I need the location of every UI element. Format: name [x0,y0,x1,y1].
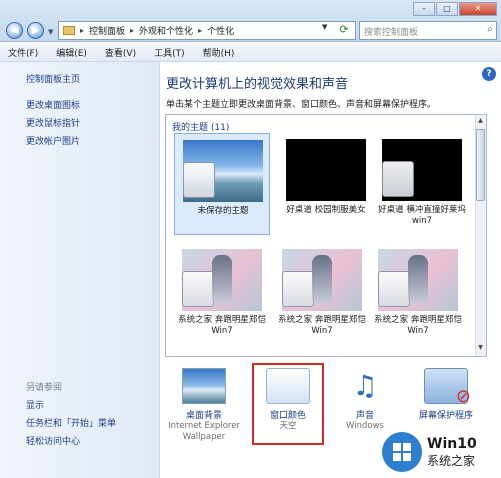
sidebar-item-display[interactable]: 显示 [26,398,44,411]
search-placeholder: 搜索控制面板 [364,28,419,38]
theme-tile[interactable]: 系统之家 奔跑明星郑恺Win7 [274,243,370,345]
breadcrumb-personalization[interactable]: 个性化 [207,24,234,37]
menu-view[interactable]: 查看(V) [105,46,136,59]
control-panel-icon [63,26,75,35]
sound-icon: ♫ [352,369,378,402]
maximize-button[interactable]: □ [436,2,458,16]
desktop-background-setting[interactable]: 桌面背景 Internet Explorer Wallpaper [164,364,244,444]
theme-thumbnail [282,249,362,311]
glass-preview-icon [183,162,215,198]
sidebar-item-ease-of-access[interactable]: 轻松访问中心 [26,434,80,447]
search-icon[interactable]: ⌕ [487,24,493,35]
search-input[interactable]: 搜索控制面板 ⌕ [359,21,497,40]
theme-name: 好桌道 校园制服美女 [286,205,366,215]
theme-name: 系统之家 奔跑明星郑恺Win7 [178,315,266,336]
theme-thumbnail [378,249,458,311]
scrollbar-thumb[interactable] [476,129,485,201]
menu-tools[interactable]: 工具(T) [154,46,185,59]
screensaver-icon [424,368,471,407]
theme-name: 未保存的主题 [197,206,249,216]
theme-tile[interactable]: 系统之家 奔跑明星郑恺Win7 [370,243,466,345]
scroll-down-icon[interactable]: ▼ [476,344,485,354]
address-input[interactable]: ▸ 控制面板 ▸ 外观和个性化 ▸ 个性化 [58,21,356,40]
address-dropdown-icon[interactable]: ▼ [322,23,327,31]
minimize-button[interactable]: – [413,2,435,16]
setting-title[interactable]: 桌面背景 [164,408,244,421]
refresh-icon[interactable]: ⟳ [335,22,353,38]
windows-logo-icon [382,432,422,472]
sidebar-item-account-picture[interactable]: 更改帐户图片 [26,134,80,147]
page-description: 单击某个主题立即更改桌面背景、窗口颜色、声音和屏幕保护程序。 [166,100,437,110]
glass-preview-icon [282,271,314,307]
menu-file[interactable]: 文件(F) [8,46,38,59]
theme-thumbnail [183,140,263,202]
theme-gallery: 我的主题 (11) 未保存的主题 好桌道 校园制服美女 好桌道 横冲直撞好莱坞w… [165,114,487,357]
menu-bar: 文件(F) 编辑(E) 查看(V) 工具(T) 帮助(H) [0,43,501,62]
menu-help[interactable]: 帮助(H) [203,46,235,59]
setting-value: Internet Explorer Wallpaper [168,421,240,442]
sidebar-item-mouse-pointer[interactable]: 更改鼠标指针 [26,116,80,129]
theme-name: 好桌道 横冲直撞好莱坞win7 [378,205,466,226]
chevron-right-icon: ▸ [130,26,135,35]
setting-title[interactable]: 声音 [325,408,405,421]
sidebar-home-link[interactable]: 控制面板主页 [26,72,80,85]
setting-value: Windows [346,421,384,431]
theme-thumbnail [286,139,366,201]
chevron-right-icon: ▸ [80,26,85,35]
glass-preview-icon [382,161,414,197]
recent-pages-dropdown[interactable]: ▼ [48,28,56,36]
theme-thumbnail [382,139,462,201]
back-button[interactable]: ◀ [6,22,23,39]
menu-edit[interactable]: 编辑(E) [56,46,87,59]
window-controls: – □ ✕ [413,2,497,16]
theme-thumbnail [182,249,262,311]
chevron-right-icon: ▸ [198,26,203,35]
sidebar-item-desktop-icons[interactable]: 更改桌面图标 [26,98,80,111]
address-bar-area: – □ ✕ ◀ ▶ ▼ ▸ 控制面板 ▸ 外观和个性化 ▸ 个性化 ▼ ⟳ 搜索… [0,0,501,42]
theme-name: 系统之家 奔跑明星郑恺Win7 [374,315,462,336]
breadcrumb-appearance[interactable]: 外观和个性化 [139,24,193,37]
theme-tile[interactable]: 好桌道 横冲直撞好莱坞win7 [374,133,470,235]
close-button[interactable]: ✕ [459,2,497,16]
see-also-heading: 另请参阅 [26,383,63,393]
watermark-line2: 系统之家 [427,453,476,468]
breadcrumb-control-panel[interactable]: 控制面板 [89,24,125,37]
setting-title[interactable]: 屏幕保护程序 [406,408,486,421]
forward-button[interactable]: ▶ [27,22,44,39]
highlight-annotation [252,363,324,445]
scroll-up-icon[interactable]: ▲ [476,117,485,127]
help-icon[interactable]: ? [482,67,496,81]
watermark: Win10 系统之家 [382,432,477,472]
sidebar-item-taskbar[interactable]: 任务栏和「开始」菜单 [26,416,116,429]
theme-name: 系统之家 奔跑明星郑恺Win7 [278,315,366,336]
theme-group-label: 我的主题 (11) [172,123,230,133]
page-title: 更改计算机上的视觉效果和声音 [166,77,349,92]
gallery-scrollbar[interactable]: ▲ ▼ [475,115,486,356]
theme-tile[interactable]: 未保存的主题 [174,133,270,235]
wallpaper-icon [182,368,226,404]
glass-preview-icon [378,271,410,307]
theme-tile[interactable]: 系统之家 奔跑明星郑恺Win7 [174,243,270,345]
glass-preview-icon [182,271,214,307]
theme-tile[interactable]: 好桌道 校园制服美女 [278,133,374,235]
watermark-line1: Win10 [427,435,477,452]
sidebar: 控制面板主页 更改桌面图标 更改鼠标指针 更改帐户图片 另请参阅 显示 任务栏和… [0,62,160,478]
